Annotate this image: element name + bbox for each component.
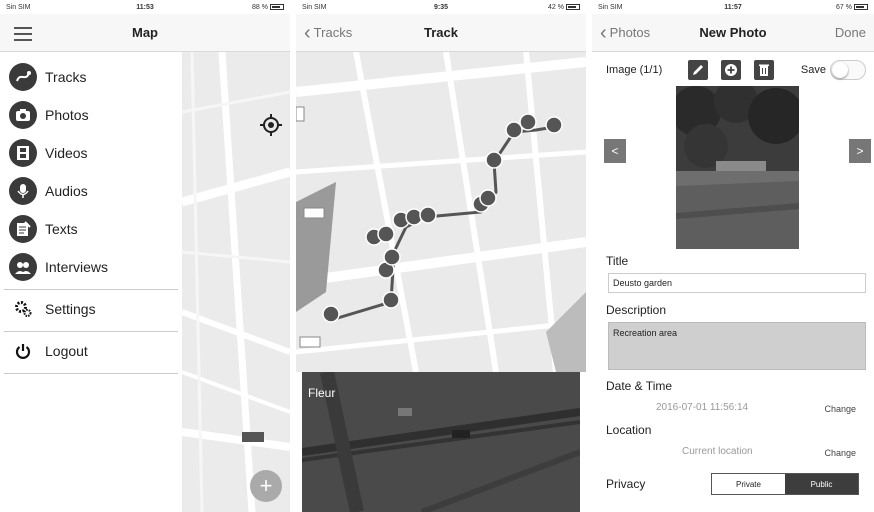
menu-divider	[4, 373, 178, 374]
nav-bar: Map	[0, 14, 290, 52]
menu-item-interviews[interactable]: Interviews	[0, 248, 182, 286]
phone-screen-map: Sin SIM 11:53 88 % Map + Tracks Photos V…	[0, 0, 290, 512]
mini-map-place-label: Fleur	[308, 386, 336, 400]
menu-item-videos[interactable]: Videos	[0, 134, 182, 172]
menu-item-label: Photos	[45, 107, 89, 123]
back-button[interactable]: ‹ Tracks	[304, 14, 352, 51]
clock-text: 9:35	[433, 3, 448, 11]
hamburger-menu-icon[interactable]	[14, 27, 32, 45]
chevron-left-icon: ‹	[600, 21, 607, 44]
phone-screen-track: Sin SIM 9:35 42 % ‹ Tracks Track Fleur	[296, 0, 586, 512]
datetime-value: 2016-07-01 11:56:14	[656, 402, 749, 413]
menu-item-label: Interviews	[45, 259, 109, 275]
menu-item-texts[interactable]: Texts	[0, 210, 182, 248]
next-image-button[interactable]: >	[849, 139, 871, 163]
done-button[interactable]: Done	[835, 14, 866, 51]
image-counter-label: Image (1/1)	[606, 64, 663, 76]
side-menu: Tracks Photos Videos Audios Texts Interv…	[0, 52, 182, 512]
mini-map-drawing	[302, 372, 580, 512]
status-bar: Sin SIM 11:57 67 %	[592, 0, 874, 14]
save-toggle[interactable]	[830, 60, 866, 80]
garden-photo	[676, 86, 799, 249]
camera-icon	[9, 101, 37, 129]
map-view[interactable]: +	[180, 51, 290, 512]
battery-icon	[566, 3, 580, 10]
title-input[interactable]: Deusto garden	[608, 273, 866, 293]
menu-item-photos[interactable]: Photos	[0, 96, 182, 134]
nav-bar: ‹ Tracks Track	[296, 14, 586, 52]
menu-item-label: Settings	[45, 301, 96, 317]
battery-icon	[270, 3, 284, 10]
gears-icon	[9, 295, 37, 323]
battery-icon	[854, 3, 868, 10]
page-title: Track	[424, 25, 458, 40]
photo-preview	[676, 86, 799, 249]
trash-icon[interactable]	[753, 60, 774, 80]
menu-item-label: Audios	[45, 183, 88, 199]
privacy-option-public[interactable]: Public	[785, 474, 858, 494]
menu-item-tracks[interactable]: Tracks	[0, 58, 182, 96]
edit-pencil-icon[interactable]	[687, 60, 708, 80]
menu-item-label: Videos	[45, 145, 88, 161]
locate-me-icon[interactable]	[260, 114, 282, 136]
notepad-icon	[9, 215, 37, 243]
status-bar: Sin SIM 9:35 42 %	[296, 0, 586, 14]
privacy-label: Privacy	[606, 477, 646, 491]
page-title: Map	[132, 25, 158, 40]
menu-item-audios[interactable]: Audios	[0, 172, 182, 210]
mini-map-view[interactable]: Fleur	[302, 372, 580, 512]
description-label: Description	[606, 303, 667, 317]
page-title: New Photo	[699, 25, 767, 40]
datetime-label: Date & Time	[606, 379, 673, 393]
nav-bar: ‹ Photos New Photo Done	[592, 14, 874, 52]
clock-text: 11:57	[724, 3, 742, 11]
add-circle-icon[interactable]	[720, 60, 741, 80]
add-button[interactable]: +	[250, 470, 282, 502]
menu-item-label: Texts	[45, 221, 78, 237]
location-label: Location	[606, 423, 652, 437]
menu-item-label: Tracks	[45, 69, 87, 85]
plus-icon: +	[259, 473, 273, 498]
phone-screen-new-photo: Sin SIM 11:57 67 % ‹ Photos New Photo Don…	[592, 0, 874, 512]
status-bar: Sin SIM 11:53 88 %	[0, 0, 290, 14]
tracks-icon	[9, 63, 37, 91]
film-icon	[9, 139, 37, 167]
save-label: Save	[800, 64, 826, 76]
track-map-drawing	[296, 51, 586, 373]
title-label: Title	[606, 254, 629, 268]
change-datetime-button[interactable]: Change	[824, 404, 856, 414]
privacy-segmented-control: Private Public	[711, 473, 859, 495]
description-textarea[interactable]: Recreation area	[608, 322, 866, 370]
menu-item-logout[interactable]: Logout	[0, 332, 182, 370]
chevron-left-icon: ‹	[304, 21, 311, 44]
microphone-icon	[9, 177, 37, 205]
track-map-view[interactable]	[296, 51, 586, 373]
clock-text: 11:53	[136, 3, 154, 11]
menu-item-label: Logout	[45, 343, 88, 359]
change-location-button[interactable]: Change	[824, 448, 856, 458]
location-value: Current location	[682, 446, 753, 457]
menu-item-settings[interactable]: Settings	[0, 290, 182, 328]
image-toolbar: Image (1/1) Save	[606, 60, 866, 80]
back-button[interactable]: ‹ Photos	[600, 14, 650, 51]
previous-image-button[interactable]: <	[604, 139, 626, 163]
interview-icon	[9, 253, 37, 281]
privacy-option-private[interactable]: Private	[712, 474, 785, 494]
power-icon	[9, 337, 37, 365]
